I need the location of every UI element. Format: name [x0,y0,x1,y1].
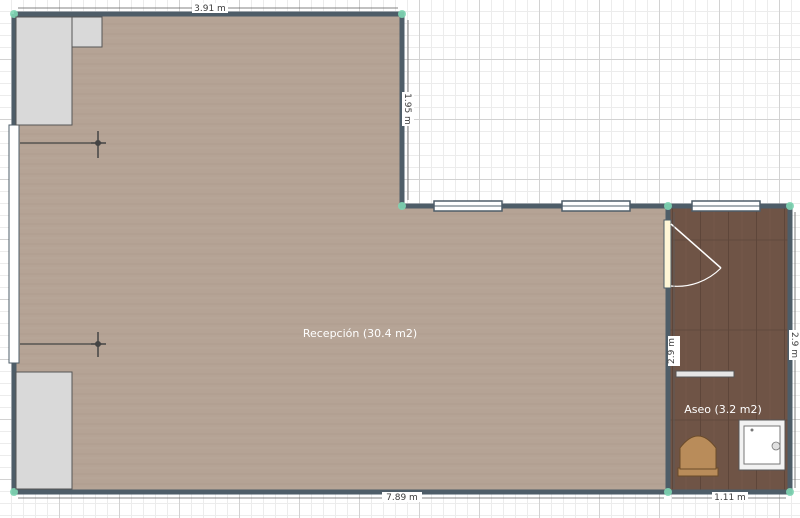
room-label-bathroom: Aseo (3.2 m2) [684,403,762,416]
dimension-bottom-width: 7.89 m [386,493,418,503]
dimension-bathroom-height: 2.9 m [789,332,799,358]
dimension-upper-right-height: 1.95 m [402,93,412,125]
dimension-top-width: 3.91 m [194,4,226,14]
room-label-reception: Recepción (30.4 m2) [303,327,417,340]
dimension-partition-height: 2.9 m [667,338,677,364]
dimension-bathroom-width: 1.11 m [714,493,746,503]
label-layer: 3.91 m 1.95 m 7.89 m 2.9 m 2.9 m 1.11 m … [192,3,800,503]
